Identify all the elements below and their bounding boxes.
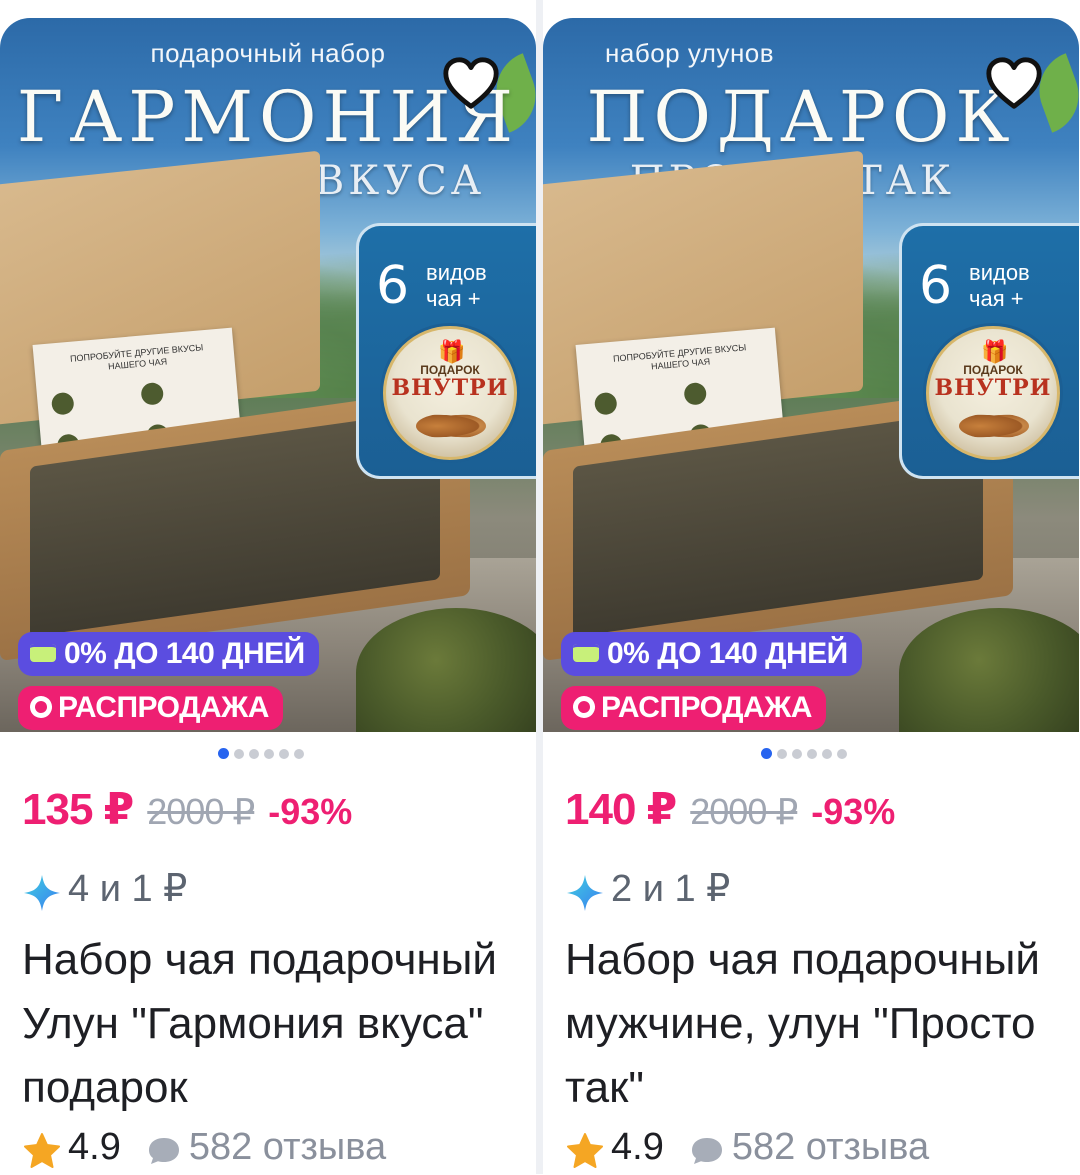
gift-icon: 🎁 [981,339,1009,364]
flavor-sheet-heading: ПОПРОБУЙТЕ ДРУГИЕ ВКУСЫ НАШЕГО ЧАЯ [69,342,204,372]
product-title[interactable]: Набор чая подарочный мужчине, улун "Прос… [565,928,1065,1120]
carousel-indicator [761,745,852,760]
sale-badge-text: РАСПРОДАЖА [58,691,269,724]
nuts-illustration [416,413,486,439]
product-card[interactable]: набор улунов ПОДАРОК ПРОСТО ТАК ПОПРОБУЙ… [543,18,1079,1174]
carousel-dot [264,748,274,759]
product-title[interactable]: Набор чая подарочный Улун "Гармония вкус… [22,928,522,1120]
carousel-dot-active [218,748,229,760]
old-price: 2000 ₽ [147,791,255,832]
reviews-count[interactable]: 582 отзыва [189,1126,386,1168]
tea-count: 6 [919,256,953,316]
installment-badge: 0% ДО 140 ДНЕЙ [18,632,319,676]
sale-badge: РАСПРОДАЖА [18,686,283,730]
star-icon [24,1132,60,1168]
card-icon [573,644,599,663]
price-row: 135 ₽ 2000 ₽ -93% [22,784,352,835]
installment-badge: 0% ДО 140 ДНЕЙ [561,632,862,676]
card-icon [30,644,56,663]
carousel-indicator [218,745,309,760]
product-card[interactable]: подарочный набор ГАРМОНИЯ ВКУСА ПОПРОБУЙ… [0,18,536,1174]
flavor-sheet-heading: ПОПРОБУЙТЕ ДРУГИЕ ВКУСЫ НАШЕГО ЧАЯ [612,342,747,372]
sale-badge-text: РАСПРОДАЖА [601,691,812,724]
rating-row: 4.9 582 отзыва [565,1126,929,1175]
tea-count-label-line2: чая + [969,286,1024,311]
installment-badge-text: 0% ДО 140 ДНЕЙ [64,637,305,670]
sale-badge: РАСПРОДАЖА [561,686,826,730]
tea-count-label: видов чая + [426,260,487,312]
carousel-dot [249,748,259,759]
star-icon [567,1132,603,1168]
current-price: 135 ₽ [22,785,134,834]
sparkle-icon [567,874,603,911]
carousel-dot-active [761,748,772,760]
nuts-illustration [959,413,1029,439]
sale-ring-icon [27,693,55,721]
installment-badge-text: 0% ДО 140 ДНЕЙ [607,637,848,670]
bonus-amount: 4 и 1 ₽ [68,868,188,910]
product-image[interactable]: подарочный набор ГАРМОНИЯ ВКУСА ПОПРОБУЙ… [0,18,536,732]
carousel-dot [837,748,847,759]
chat-bubble-icon [691,1137,722,1164]
price-row: 140 ₽ 2000 ₽ -93% [565,784,895,835]
bonus-amount: 2 и 1 ₽ [611,868,731,910]
gift-icon: 🎁 [438,339,466,364]
carousel-dot [279,748,289,759]
rating-value: 4.9 [611,1126,664,1168]
tea-sample [140,381,165,406]
carousel-dot [234,748,244,759]
carousel-dot [294,748,304,759]
heart-icon[interactable] [983,54,1045,116]
sparkle-icon [24,874,60,911]
gift-seal-main: ВНУТРИ [934,375,1052,401]
reviews-count[interactable]: 582 отзыва [732,1126,929,1168]
current-price: 140 ₽ [565,785,677,834]
gift-inside-seal: 🎁 ПОДАРОК ВНУТРИ [926,326,1060,460]
discount: -93% [268,791,353,832]
carousel-dot [792,748,802,759]
tea-sample [593,391,618,416]
discount: -93% [811,791,896,832]
tea-count-label-line2: чая + [426,286,481,311]
rating-value: 4.9 [68,1126,121,1168]
chat-bubble-icon [148,1137,179,1164]
carousel-dot [822,748,832,759]
gift-seal-main: ВНУТРИ [391,375,509,401]
product-image[interactable]: набор улунов ПОДАРОК ПРОСТО ТАК ПОПРОБУЙ… [543,18,1079,732]
carousel-dot [777,748,787,759]
tea-sample [50,391,75,416]
old-price: 2000 ₽ [690,791,798,832]
card-divider [536,0,543,1174]
tea-sample [683,381,708,406]
rating-row: 4.9 582 отзыва [22,1126,386,1175]
tea-count-label: видов чая + [969,260,1030,312]
heart-icon[interactable] [440,54,502,116]
tea-count: 6 [376,256,410,316]
carousel-dot [807,748,817,759]
bonus-row: 4 и 1 ₽ [22,866,187,917]
tea-count-label-line1: видов [426,260,487,285]
tea-count-label-line1: видов [969,260,1030,285]
gift-inside-seal: 🎁 ПОДАРОК ВНУТРИ [383,326,517,460]
sale-ring-icon [570,693,598,721]
bonus-row: 2 и 1 ₽ [565,866,730,917]
